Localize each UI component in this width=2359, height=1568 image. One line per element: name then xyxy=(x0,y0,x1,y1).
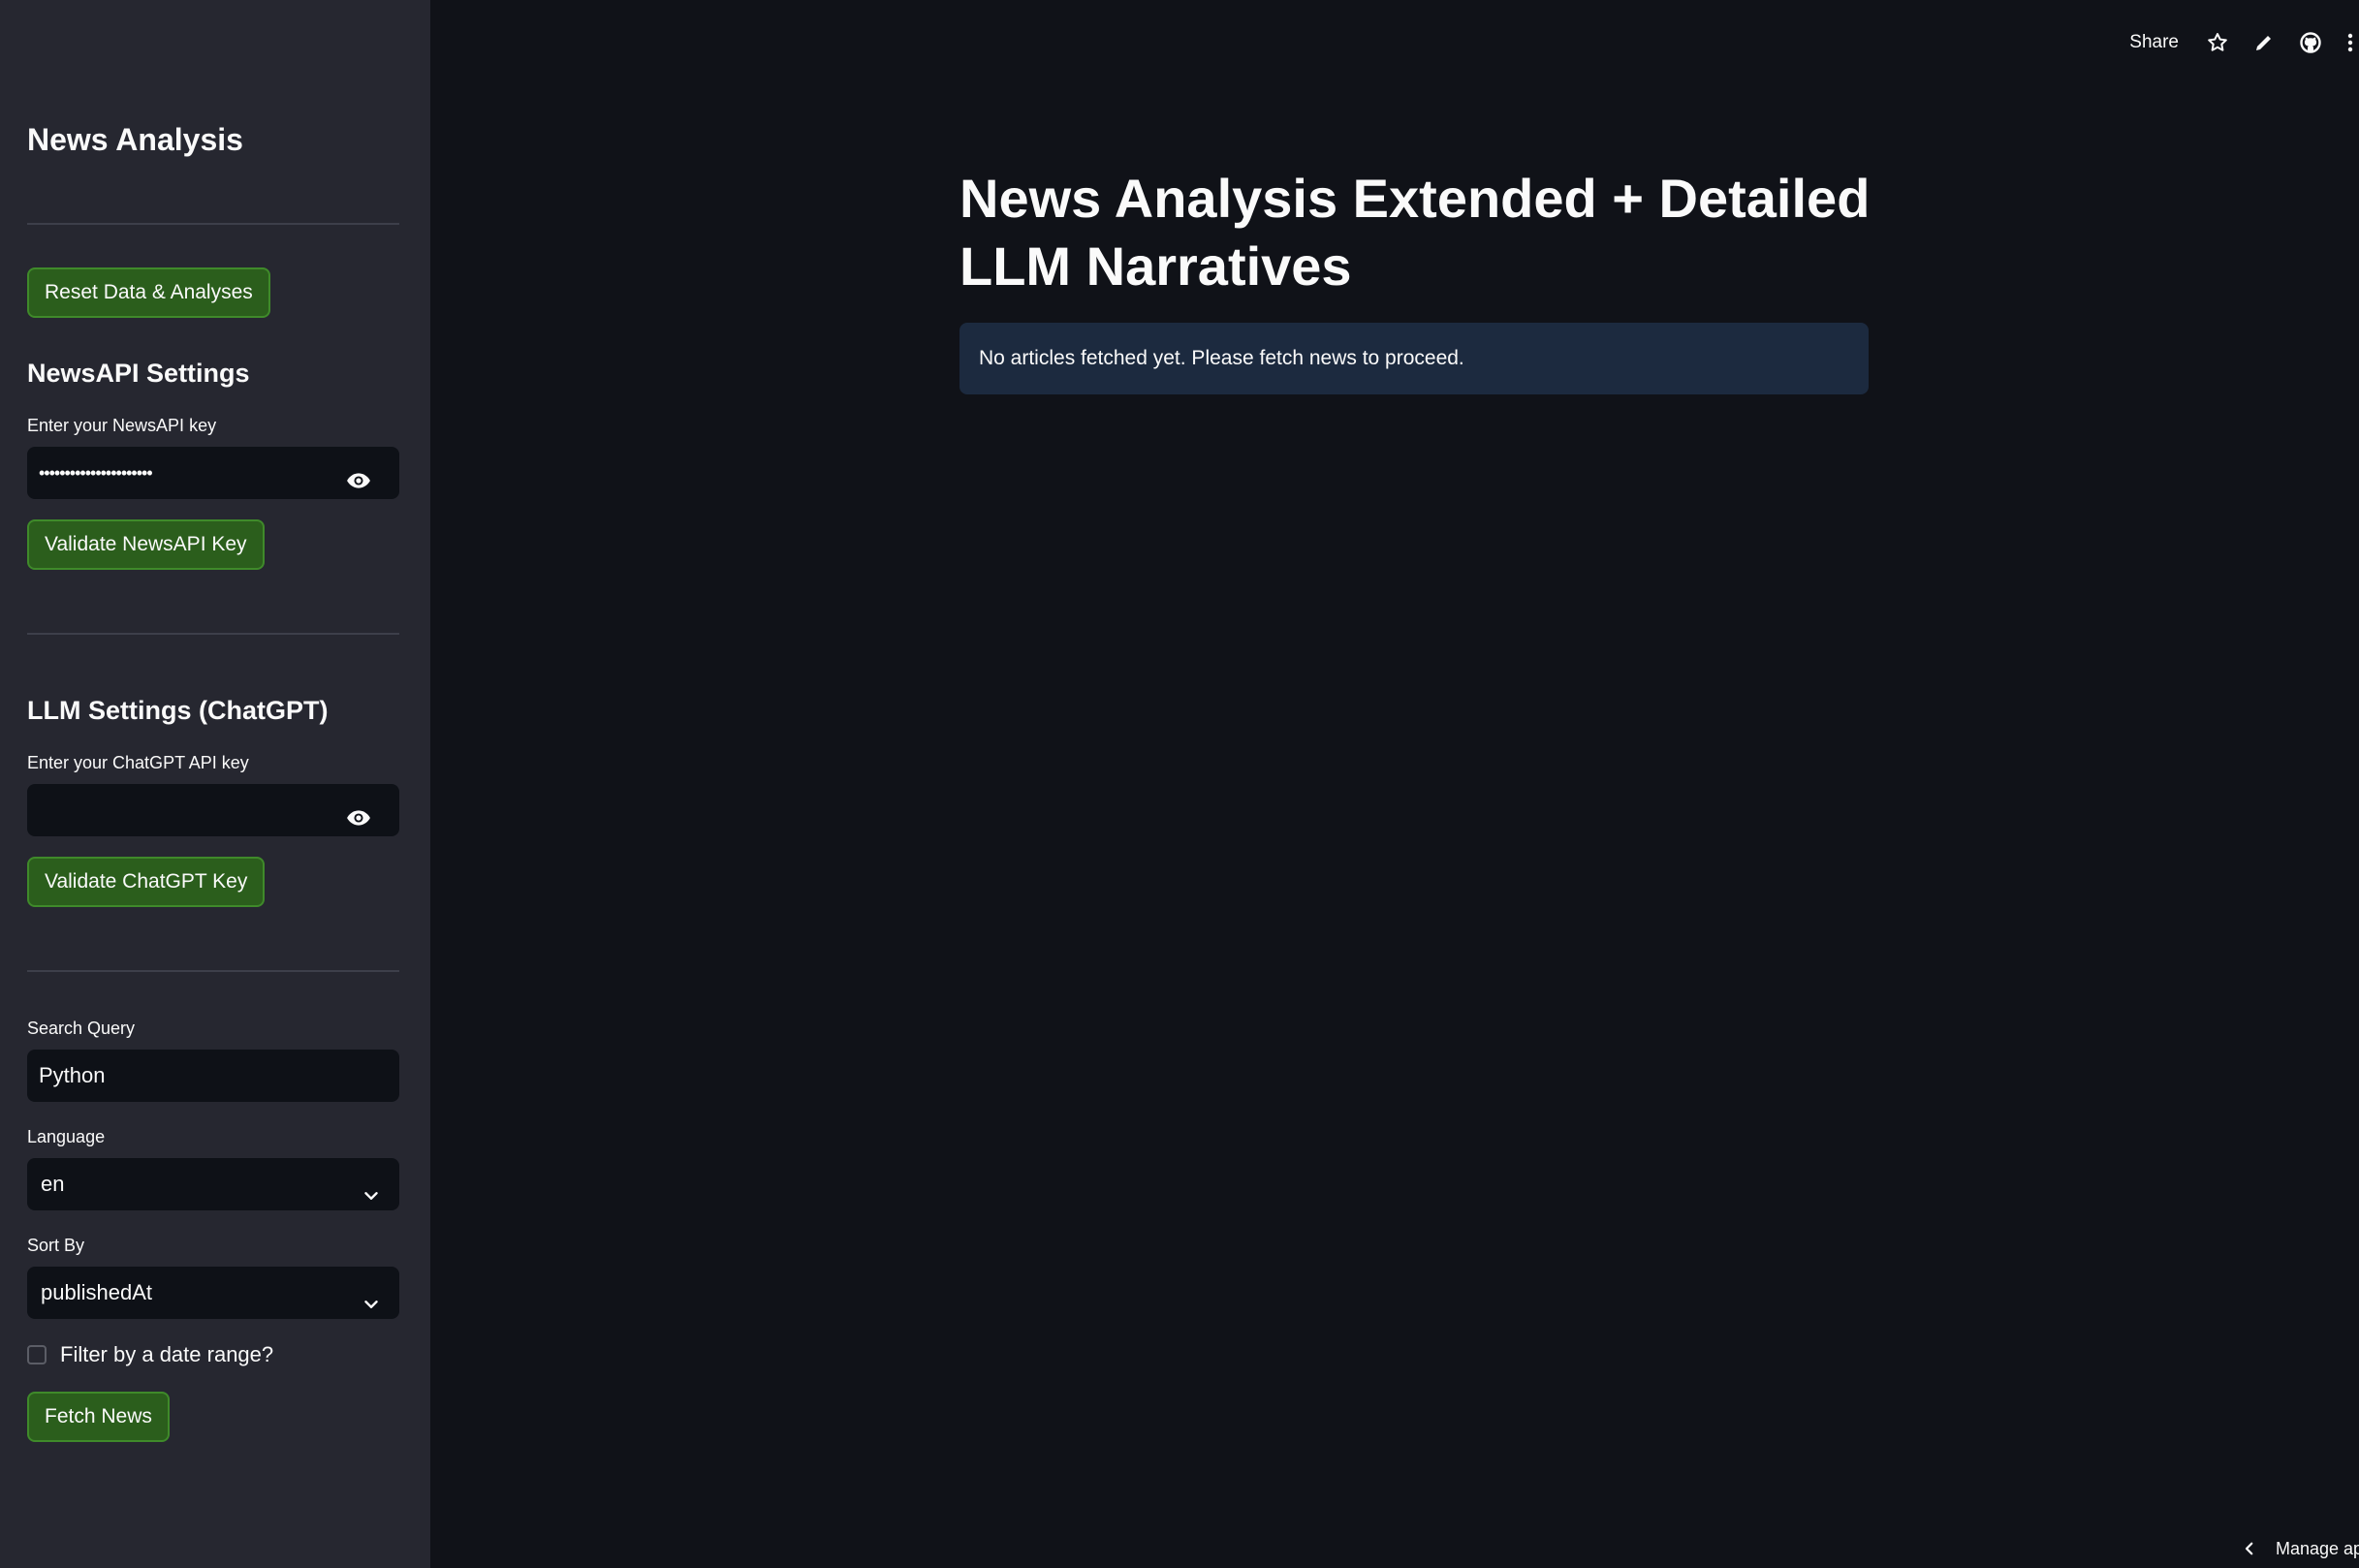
eye-icon[interactable] xyxy=(345,460,372,488)
sort-by-label: Sort By xyxy=(27,1236,85,1255)
sort-by-value: publishedAt xyxy=(41,1280,152,1304)
header-toolbar: Share xyxy=(2129,21,2359,64)
share-button[interactable]: Share xyxy=(2129,32,2179,53)
fetch-news-button[interactable]: Fetch News xyxy=(27,1392,170,1442)
page-title: News Analysis Extended + Detailed LLM Na… xyxy=(959,168,1871,297)
more-vertical-icon[interactable] xyxy=(2345,31,2355,54)
sidebar-title: News Analysis xyxy=(27,122,243,157)
date-range-checkbox-label: Filter by a date range? xyxy=(60,1342,274,1366)
search-query-value: Python xyxy=(39,1063,106,1087)
app-window: News Analysis Reset Data & Analyses News… xyxy=(0,0,2359,1568)
info-alert: No articles fetched yet. Please fetch ne… xyxy=(959,323,1869,394)
chatgpt-key-label: Enter your ChatGPT API key xyxy=(27,753,249,772)
search-query-input[interactable]: Python xyxy=(27,1050,399,1102)
sidebar-divider xyxy=(27,970,399,972)
manage-app-button[interactable]: Manage app xyxy=(2227,1529,2359,1568)
github-icon[interactable] xyxy=(2299,31,2322,54)
search-query-label: Search Query xyxy=(27,1019,136,1038)
language-value: en xyxy=(41,1172,65,1196)
newsapi-key-value: •••••••••••••••••••••• xyxy=(39,463,153,483)
language-label: Language xyxy=(27,1127,106,1146)
sort-by-select[interactable]: publishedAt xyxy=(27,1267,399,1319)
pencil-icon[interactable] xyxy=(2252,31,2276,54)
chevron-down-icon xyxy=(361,1282,382,1308)
sidebar: News Analysis Reset Data & Analyses News… xyxy=(0,0,430,1568)
sidebar-divider xyxy=(27,223,399,225)
chevron-down-icon xyxy=(361,1174,382,1200)
newsapi-key-label: Enter your NewsAPI key xyxy=(27,416,217,435)
newsapi-settings-heading: NewsAPI Settings xyxy=(27,359,250,388)
manage-app-label: Manage app xyxy=(2276,1538,2359,1558)
main-content: Share News Analysis Extended + Detailed … xyxy=(430,0,2359,1568)
language-select[interactable]: en xyxy=(27,1158,399,1210)
chatgpt-key-input[interactable] xyxy=(27,784,399,836)
validate-newsapi-key-button[interactable]: Validate NewsAPI Key xyxy=(27,519,265,570)
validate-chatgpt-key-button[interactable]: Validate ChatGPT Key xyxy=(27,857,266,907)
newsapi-key-input[interactable]: •••••••••••••••••••••• xyxy=(27,447,399,499)
date-range-checkbox[interactable] xyxy=(27,1345,47,1364)
sidebar-divider xyxy=(27,633,399,635)
date-range-filter[interactable]: Filter by a date range? xyxy=(27,1341,273,1368)
star-icon[interactable] xyxy=(2206,31,2229,54)
reset-data-button[interactable]: Reset Data & Analyses xyxy=(27,267,270,318)
chevron-left-icon xyxy=(2241,1540,2258,1557)
eye-icon[interactable] xyxy=(345,798,372,826)
llm-settings-heading: LLM Settings (ChatGPT) xyxy=(27,696,329,725)
